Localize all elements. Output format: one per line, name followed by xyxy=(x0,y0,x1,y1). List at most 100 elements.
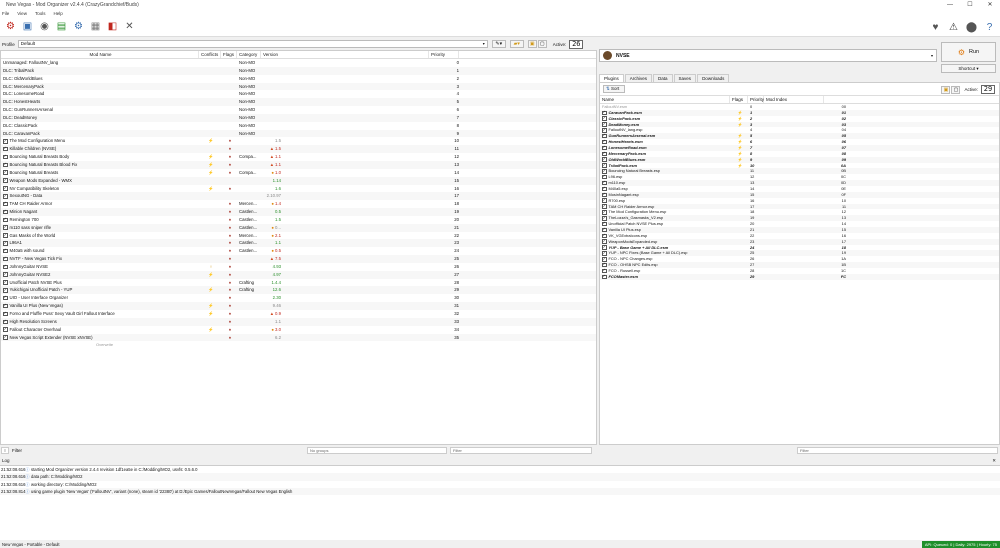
plugin-checkbox[interactable]: ✓ xyxy=(602,204,607,209)
tools-icon[interactable]: ▦ xyxy=(88,19,103,34)
mod-checkbox[interactable]: ✓ xyxy=(3,155,8,160)
plugin-checkbox[interactable]: ✓ xyxy=(602,175,607,180)
mod-row[interactable]: ✓ Vanilla UI Plus (New Vegas) ⚡ ♦ 9.46 31 xyxy=(1,302,596,310)
menu-tools[interactable]: Tools xyxy=(35,11,46,16)
tab-downloads[interactable]: Downloads xyxy=(697,74,730,82)
endorse-heart-icon[interactable]: ♥ xyxy=(928,20,943,35)
mod-row[interactable]: DLC: OldWorldBlues Non-MO 2 xyxy=(1,75,596,83)
plugin-checkbox[interactable]: ✓ xyxy=(602,269,607,274)
plugin-restore-button[interactable]: ▢ xyxy=(951,85,961,94)
nexus-icon[interactable]: ◉ xyxy=(37,19,52,34)
mod-checkbox[interactable]: ✓ xyxy=(3,257,8,262)
executable-select[interactable]: NVSE ▾ xyxy=(599,49,937,62)
mod-checkbox[interactable]: ✓ xyxy=(3,288,8,293)
mod-row[interactable]: ✓ Bouncing Natural Breasts Blood Fix ⚡ ♦ ▲ 1.… xyxy=(1,160,596,169)
minimize-button[interactable]: — xyxy=(940,2,960,8)
mod-checkbox[interactable]: ✓ xyxy=(3,327,8,332)
maximize-button[interactable]: ☐ xyxy=(960,1,980,8)
mod-row[interactable]: ✓ UIO - User Interface Organizer ♦ 2.30 30 xyxy=(1,294,596,302)
mod-row[interactable]: ✓ Gas Masks of the World ♦ Mercen... ● 2.1 22 xyxy=(1,232,596,240)
tab-saves[interactable]: Saves xyxy=(673,74,697,82)
menu-view[interactable]: View xyxy=(17,11,27,16)
mod-checkbox[interactable]: ✓ xyxy=(3,233,8,238)
mod-checkbox[interactable]: ✓ xyxy=(3,217,8,223)
tab-archives[interactable]: Archives xyxy=(624,74,653,82)
plugin-checkbox[interactable]: ✓ xyxy=(602,140,607,145)
tab-data[interactable]: Data xyxy=(653,74,673,82)
mod-row[interactable]: DLC: LonesomeRoad Non-MO 4 xyxy=(1,90,596,98)
sort-button[interactable]: ⇅ Sort xyxy=(603,85,625,93)
mod-row[interactable]: ✓ Bouncing Natural Breasts ⚡ ♦ Compa... ● 1.0 1… xyxy=(1,169,596,177)
mod-row[interactable]: DLC: MercenaryPack Non-MO 3 xyxy=(1,82,596,91)
open-folder-button[interactable]: ▰▾ xyxy=(509,40,524,48)
plugin-checkbox[interactable]: ✓ xyxy=(602,263,607,268)
mod-row[interactable]: ✓ JohnnyGuitar NVSE2 ⚡ ♦ 4.97 27 xyxy=(1,270,596,279)
plugin-checkbox[interactable]: ✓ xyxy=(602,275,607,280)
shortcut-button[interactable]: Shortcut ▾ xyxy=(941,64,996,73)
plugin-checkbox[interactable]: ✓ xyxy=(602,146,607,151)
plugin-checkbox[interactable]: ✓ xyxy=(602,192,607,198)
mod-checkbox[interactable]: ✓ xyxy=(3,296,8,301)
tools-menu-button[interactable]: ✎▾ xyxy=(491,40,506,48)
mod-row[interactable]: ✓ Yukichigai Unofficial Patch - YUP ⚡ ♦ Craf… xyxy=(1,286,596,295)
run-button[interactable]: ⚙ Run xyxy=(941,42,996,62)
plugin-checkbox[interactable]: ✓ xyxy=(602,187,607,192)
plugin-row[interactable]: ✓ FCOMaster.esm 29 FC xyxy=(600,273,999,280)
mod-row[interactable]: DLC: ClassicPack Non-MO 8 xyxy=(1,122,596,130)
close-button[interactable]: ✕ xyxy=(980,1,1000,8)
mod-checkbox[interactable]: ✓ xyxy=(3,241,8,246)
plugin-checkbox[interactable]: ✓ xyxy=(602,110,607,116)
wrench-icon[interactable]: ✕ xyxy=(122,19,137,34)
mod-row[interactable]: ✓ Remington 700 ♦ Castlen... 1.5 20 xyxy=(1,216,596,224)
mod-row[interactable]: DLC: TribalPack Non-MO 1 xyxy=(1,66,596,75)
mod-checkbox[interactable]: ✓ xyxy=(3,335,8,340)
plugin-checkbox[interactable]: ✓ xyxy=(602,128,607,133)
help-icon[interactable]: ? xyxy=(982,20,997,35)
mod-checkbox[interactable]: ✓ xyxy=(3,210,8,215)
settings-icon[interactable]: ◧ xyxy=(105,19,120,34)
mod-row[interactable]: DLC: HonestHearts Non-MO 5 xyxy=(1,98,596,107)
col-plugin-flags[interactable]: Flags xyxy=(730,96,748,103)
mod-checkbox[interactable]: ✓ xyxy=(3,194,8,199)
change-game-icon[interactable]: ⚙ xyxy=(3,19,18,34)
mod-row[interactable]: ✓ Bouncing Natural Breasts Body ⚡ ♦ Compa...… xyxy=(1,153,596,161)
mod-row[interactable]: ✓ Unofficial Patch NVSE Plus ♦ Crafting 1.4.… xyxy=(1,279,596,287)
plugin-checkbox[interactable]: ✓ xyxy=(602,198,607,203)
col-mod-name[interactable]: Mod Name xyxy=(1,51,199,58)
mod-checkbox[interactable]: ✓ xyxy=(3,249,8,254)
mod-row[interactable]: ✓ Weapon Mods Expanded - WMX 1.14 15 xyxy=(1,176,596,185)
backup-button[interactable]: ▣ xyxy=(527,40,537,48)
mod-row[interactable]: ✓ Killable Children (NVSE) ♦ ▲ 1.5 11 xyxy=(1,145,596,154)
profiles-icon[interactable]: ▤ xyxy=(54,19,69,34)
executables-icon[interactable]: ⚙ xyxy=(71,19,86,34)
mod-row[interactable]: ✓ SexoutNG - Data 2.10.97 17 xyxy=(1,192,596,201)
mod-checkbox[interactable]: ✓ xyxy=(3,170,8,175)
col-flags[interactable]: Flags xyxy=(221,51,237,58)
plugin-checkbox[interactable]: ✓ xyxy=(602,122,607,127)
plugin-checkbox[interactable]: ✓ xyxy=(602,116,607,121)
notifications-warning-icon[interactable]: ⚠ xyxy=(946,20,961,35)
log-close-icon[interactable]: ✕ xyxy=(992,457,996,465)
plugin-checkbox[interactable]: ✓ xyxy=(602,157,607,162)
plugin-checkbox[interactable]: ✓ xyxy=(602,239,607,244)
profile-select[interactable]: Default xyxy=(17,40,488,48)
tab-plugins[interactable]: Plugins xyxy=(599,74,624,82)
mod-checkbox[interactable]: ✓ xyxy=(3,265,8,270)
plugin-checkbox[interactable]: ✓ xyxy=(602,181,607,186)
mod-checkbox[interactable]: ✓ xyxy=(3,225,8,230)
mod-row[interactable]: ✓ NVTF - New Vegas Tick Fix ♦ ▲ 7.5 25 xyxy=(1,255,596,263)
mod-checkbox[interactable]: ✓ xyxy=(3,186,8,191)
mod-checkbox[interactable]: ✓ xyxy=(3,319,8,325)
mod-filter-input[interactable]: Filter xyxy=(450,447,592,454)
mod-checkbox[interactable]: ✓ xyxy=(3,202,8,207)
plugin-checkbox[interactable]: ✓ xyxy=(602,257,607,262)
plugin-backup-button[interactable]: ▣ xyxy=(941,85,951,94)
plugin-checkbox[interactable]: ✓ xyxy=(602,163,607,168)
mod-row[interactable]: ✓ Fallout Character Overhaul ⚡ ♦ ● 3.0 34 xyxy=(1,326,596,334)
groups-select[interactable]: No groups xyxy=(307,447,447,454)
mod-checkbox[interactable]: ✓ xyxy=(3,163,8,168)
mod-row[interactable]: ✓ The Mod Configuration Menu ⚡ ♦ 1.5 10 xyxy=(1,137,596,145)
mod-checkbox[interactable]: ✓ xyxy=(3,139,8,144)
mod-checkbox[interactable]: ✓ xyxy=(3,178,8,183)
mod-row[interactable]: DLC: CaravanPack Non-MO 9 xyxy=(1,129,596,138)
